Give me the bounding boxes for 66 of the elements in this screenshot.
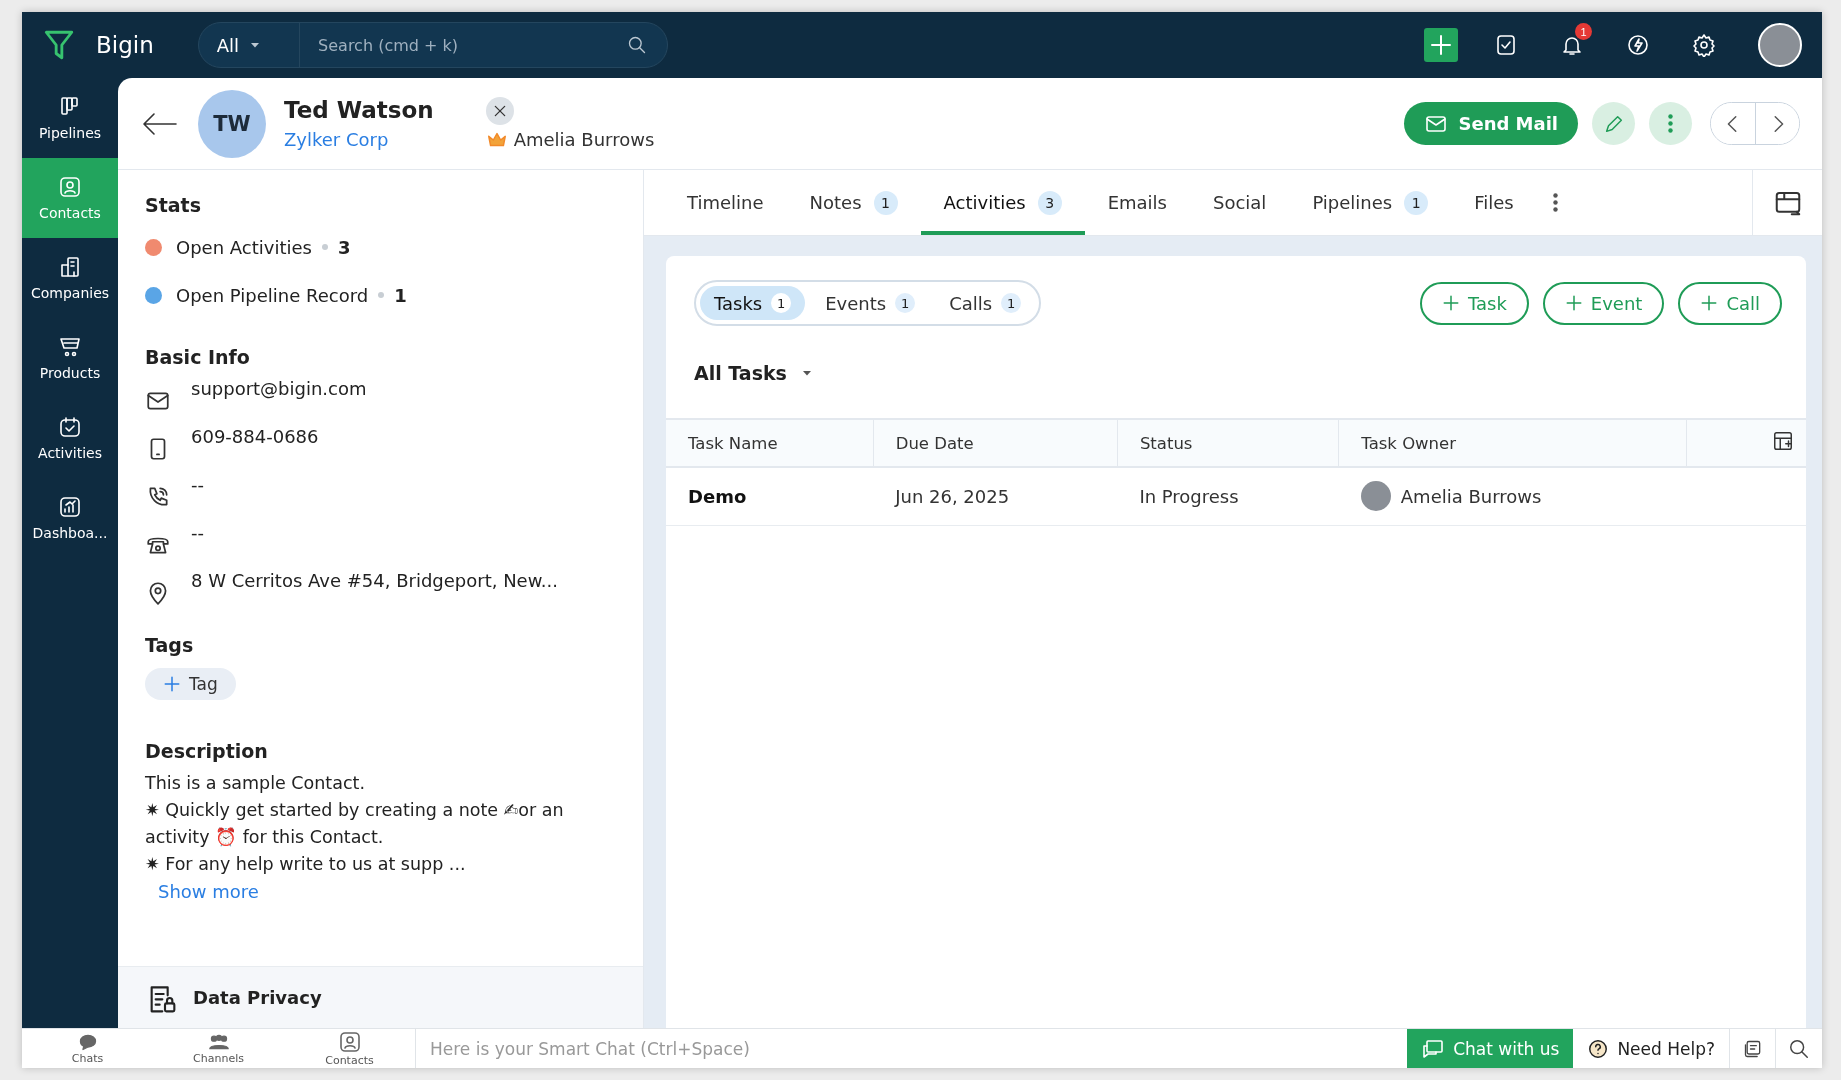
- count-badge: 1: [1404, 190, 1429, 215]
- send-mail-button[interactable]: Send Mail: [1404, 102, 1578, 145]
- column-header: Due Date: [873, 419, 1118, 467]
- description-text: ✷ Quickly get started by creating a note ✍or an activity ⏰ for this Contact.: [145, 799, 565, 849]
- description-text: ✷ For any help write to us at supp ...: [145, 853, 467, 876]
- search-scope-dropdown[interactable]: All: [198, 23, 301, 67]
- nav-item[interactable]: Dashboa...: [22, 478, 118, 558]
- field-value: 609-884-0686: [191, 426, 319, 449]
- stat-count: 3: [337, 236, 351, 258]
- owner-name: Amelia Burrows: [513, 129, 655, 150]
- count-badge: 3: [1037, 190, 1062, 215]
- segment-tab[interactable]: Events 1: [811, 286, 930, 320]
- stat-count: 1: [394, 284, 407, 306]
- nav-item[interactable]: Pipelines: [22, 78, 118, 158]
- column-header: Task Name: [666, 419, 874, 467]
- search-field[interactable]: All Search (cmd + k): [197, 22, 668, 68]
- table-cell: In Progress: [1117, 467, 1339, 525]
- column-header: Status: [1117, 419, 1339, 467]
- section-title: Tags: [145, 634, 195, 656]
- tab[interactable]: Files: [1451, 174, 1537, 235]
- add-button[interactable]: Task: [1419, 281, 1529, 325]
- bottom-bar-item[interactable]: Channels: [153, 1028, 284, 1068]
- bottom-bar-item[interactable]: Chats: [22, 1028, 153, 1068]
- field-value: support@bigin.com: [191, 378, 367, 401]
- tab[interactable]: Activities 3: [920, 174, 1085, 235]
- owner-name: Amelia Burrows: [1400, 485, 1542, 507]
- bottom-bar-item[interactable]: Contacts: [284, 1028, 415, 1068]
- need-help-button[interactable]: Need Help?: [1573, 1028, 1730, 1068]
- count-badge: 1: [1001, 293, 1022, 313]
- segment-tab[interactable]: Tasks 1: [700, 286, 806, 320]
- show-more-link[interactable]: Show more: [158, 878, 259, 905]
- nav-item[interactable]: Activities: [22, 398, 118, 478]
- tab[interactable]: Timeline: [664, 174, 787, 235]
- section-title: Stats: [145, 194, 202, 216]
- description-text: This is a sample Contact.: [145, 772, 366, 795]
- add-button[interactable]: Call: [1678, 281, 1782, 325]
- count-badge: 1: [873, 190, 898, 215]
- smart-chat-field[interactable]: Here is your Smart Chat (Ctrl+Space): [415, 1028, 1408, 1068]
- filter-dropdown[interactable]: All Tasks: [694, 362, 813, 384]
- nav-item[interactable]: Products: [22, 318, 118, 398]
- contact-avatar: TW: [198, 89, 266, 158]
- stat-label: Open Pipeline Record: [176, 284, 369, 306]
- table-cell: Jun 26, 2025: [873, 467, 1118, 525]
- tab[interactable]: Social: [1190, 174, 1290, 235]
- count-badge: 1: [895, 293, 916, 313]
- brand-name: Bigin: [96, 32, 154, 58]
- column-header: Task Owner: [1338, 419, 1686, 467]
- notification-badge: 1: [1575, 23, 1592, 40]
- add-tag-button[interactable]: Tag: [145, 668, 236, 700]
- tab[interactable]: Notes 1: [786, 174, 921, 235]
- company-link[interactable]: Zylker Corp: [284, 129, 434, 150]
- segment-tab[interactable]: Calls 1: [935, 286, 1036, 320]
- add-button[interactable]: Event: [1542, 281, 1665, 325]
- section-title: Description: [145, 740, 269, 762]
- table-cell[interactable]: Demo: [666, 467, 874, 525]
- stat-label: Open Activities: [176, 236, 312, 258]
- field-value: 8 W Cerritos Ave #54, Bridgeport, New...: [191, 570, 558, 593]
- section-title: Basic Info: [145, 346, 251, 368]
- field-value: --: [191, 474, 204, 497]
- count-badge: 1: [771, 293, 792, 313]
- tab[interactable]: Pipelines 1: [1289, 174, 1452, 235]
- field-value: --: [191, 522, 204, 545]
- contact-name: Ted Watson: [284, 97, 434, 123]
- data-privacy-label[interactable]: Data Privacy: [193, 987, 322, 1008]
- nav-item[interactable]: Companies: [22, 238, 118, 318]
- tab[interactable]: Emails: [1084, 174, 1190, 235]
